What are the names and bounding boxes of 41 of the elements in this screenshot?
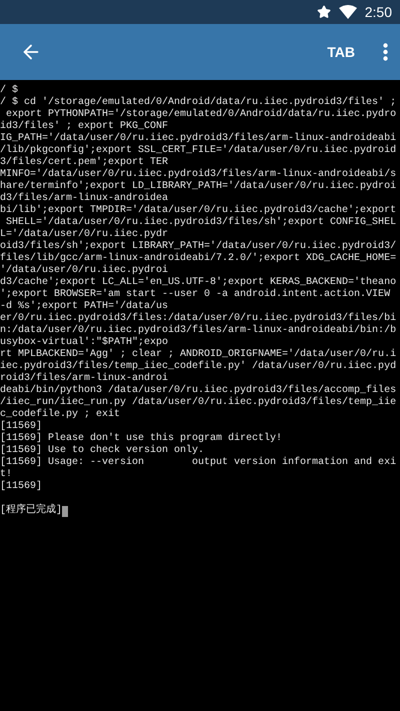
terminal-line: / $ — [0, 85, 18, 96]
terminal-line: iec.pydroid3/files/temp_iiec_codefile.py' /data/user/0/ru.iiec.pyd — [0, 361, 396, 372]
terminal-line: id3/files' ; export PKG_CONF — [0, 121, 168, 132]
terminal-line: usybox-virtual':"$PATH";expo — [0, 337, 168, 348]
terminal-line: d3/files/arm-linux-androidea — [0, 193, 168, 204]
terminal-line: deabi/bin/python3 /data/user/0/ru.iiec.pydroid3/files/accomp_files — [0, 385, 396, 396]
terminal-line: 3/files/cert.pem';export TER — [0, 157, 168, 168]
terminal-line: SHELL='/data/user/0/ru.iiec.pydroid3/files/sh';export CONFIG_SHEL — [5, 217, 396, 228]
terminal-line: IG_PATH='/data/user/0/ru.iiec.pydroid3/files/arm-linux-androideabi — [0, 133, 396, 144]
terminal-line: L='/data/user/0/ru.iiec.pydr — [0, 229, 168, 240]
more-vertical-icon — [383, 43, 388, 61]
terminal-line: MINFO='/data/user/0/ru.iiec.pydroid3/files/arm-linux-androideabi/s — [0, 169, 396, 180]
terminal-line: rt MPLBACKEND='Agg' ; clear ; ANDROID_ORIGFNAME='/data/user/0/ru.i — [0, 349, 396, 360]
tab-button[interactable]: TAB — [319, 42, 363, 62]
terminal-line: -d %s';export PATH='/data/us — [0, 301, 168, 312]
terminal-line: /iiec_run/iiec_run.py /data/user/0/ru.iiec.pydroid3/files/temp_iie — [0, 397, 396, 408]
terminal-line: files/lib/gcc/arm-linux-androideabi/7.2.0/';export XDG_CACHE_HOME= — [0, 253, 396, 264]
terminal-line: [11569] — [0, 481, 42, 493]
clock-time: 2:50 — [364, 2, 392, 22]
terminal-line: bi/lib';export TMPDIR='/data/user/0/ru.iiec.pydroid3/cache';export — [0, 205, 396, 216]
terminal-line: roid3/files/arm-linux-androi — [0, 373, 168, 384]
wifi-icon — [338, 5, 357, 19]
terminal-line: [11569] — [0, 421, 42, 432]
terminal-line: er/0/ru.iiec.pydroid3/files:/data/user/0/ru.iiec.pydroid3/files/bi — [0, 313, 396, 324]
terminal-line: /lib/pkgconfig';export SSL_CERT_FILE='/data/user/0/ru.iiec.pydroid — [0, 145, 396, 156]
terminal-line: c_codefile.py ; exit — [0, 409, 120, 420]
terminal-line: hare/terminfo';export LD_LIBRARY_PATH='/data/user/0/ru.iiec.pydroi — [0, 181, 396, 192]
terminal-line: t! — [0, 469, 12, 480]
terminal-line: ';export BROWSER='am start --user 0 -a android.intent.action.VIEW — [0, 289, 390, 300]
terminal-line: n:/data/user/0/ru.iiec.pydroid3/files/arm-linux-androideabi/bin:/b — [0, 325, 396, 336]
terminal-line: d3/cache';export LC_ALL='en_US.UTF-8';export KERAS_BACKEND='theano — [0, 277, 396, 288]
terminal-line: [11569] Please don't use this program directly! — [0, 433, 282, 444]
terminal-line: [11569] Usage: --version output version information and exi — [0, 457, 396, 469]
star-icon — [316, 5, 331, 19]
terminal-line: export PYTHONPATH='/storage/emulated/0/Android/data/ru.iiec.pydro — [5, 109, 396, 120]
cursor-icon — [62, 506, 68, 516]
terminal-line: oid3/files/sh';export LIBRARY_PATH='/data/user/0/ru.iiec.pydroid3/ — [0, 241, 396, 252]
terminal-line: [程序已完成] — [0, 505, 62, 517]
terminal-line: '/data/user/0/ru.iiec.pydroi — [0, 265, 168, 276]
terminal-line: / $ cd '/storage/emulated/0/Android/data/ru.iiec.pydroid3/files' ; — [0, 97, 396, 108]
terminal-line: [11569] Use to check version only. — [0, 445, 204, 456]
